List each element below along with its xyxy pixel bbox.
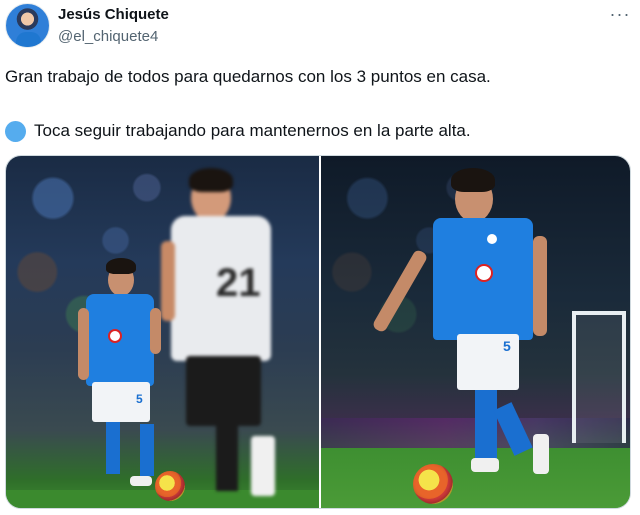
- opponent-jersey-number: 21: [216, 261, 261, 305]
- photo-right[interactable]: 5: [321, 156, 630, 508]
- tweet-text-line-2-row: Toca seguir trabajando para mantenernos …: [5, 120, 471, 142]
- photo-left[interactable]: 21 5: [6, 156, 319, 508]
- soccer-ball: [155, 471, 185, 501]
- cruz-azul-player-right: 5: [371, 166, 583, 506]
- soccer-ball: [413, 464, 453, 504]
- more-options-button[interactable]: ···: [604, 2, 636, 26]
- opponent-player: 21: [161, 166, 281, 506]
- tweet-media-grid: 21 5 5: [5, 155, 631, 509]
- player-shorts-number-left: 5: [136, 392, 143, 406]
- cruz-azul-player-left: 5: [78, 256, 168, 496]
- avatar[interactable]: [5, 3, 50, 48]
- tweet-text-line-2: Toca seguir trabajando para mantenernos …: [34, 121, 471, 140]
- author-display-name[interactable]: Jesús Chiquete: [58, 6, 169, 23]
- author-handle[interactable]: @el_chiquete4: [58, 28, 158, 45]
- more-options-icon: ···: [609, 3, 631, 24]
- blue-circle-icon: [5, 120, 26, 142]
- tweet-text-line-1: Gran trabajo de todos para quedarnos con…: [5, 67, 491, 86]
- player-shorts-number-right: 5: [503, 338, 511, 354]
